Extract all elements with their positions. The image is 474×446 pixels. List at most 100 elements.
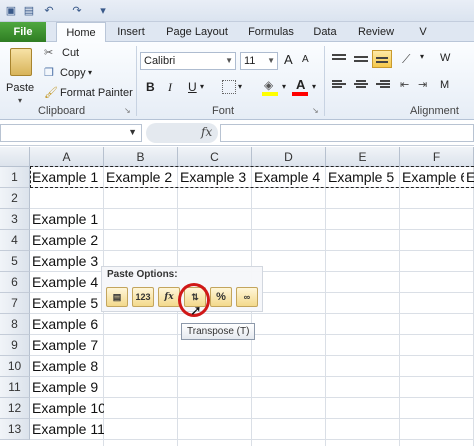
percent-icon: % [216, 291, 226, 303]
font-group-label: Font [212, 105, 235, 117]
align-top-button[interactable] [330, 52, 348, 68]
font-launcher-icon[interactable]: ↘ [312, 106, 319, 115]
paste-option-formatting[interactable]: % [210, 287, 232, 307]
fill-color-dropdown-icon[interactable]: ▾ [282, 82, 286, 91]
fill-color-swatch [262, 92, 278, 96]
cell[interactable]: Example 2 [30, 230, 104, 251]
row-header[interactable]: 9 [0, 335, 30, 356]
column-header-a[interactable]: A [30, 147, 104, 167]
tab-review[interactable]: Review [352, 22, 400, 42]
font-color-dropdown-icon[interactable]: ▾ [312, 82, 316, 91]
tab-formulas[interactable]: Formulas [242, 22, 300, 42]
undo-icon[interactable]: ↶ [42, 4, 56, 18]
mouse-pointer-icon: ➚ [190, 302, 202, 318]
cell[interactable]: Example 11 [30, 419, 104, 440]
underline-dropdown-icon[interactable]: ▾ [200, 82, 204, 91]
row-header[interactable]: 7 [0, 293, 30, 314]
cell[interactable]: Example 1 [30, 209, 104, 230]
decrease-indent-icon[interactable]: ⇤ [400, 78, 409, 91]
font-size-value: 11 [244, 55, 256, 67]
cell[interactable]: Example 5 [30, 293, 104, 314]
cut-button[interactable]: Cut [62, 47, 79, 59]
group-divider [136, 46, 137, 116]
increase-indent-icon[interactable]: ⇥ [418, 78, 427, 91]
formulas-icon: fx [164, 292, 174, 302]
copy-button[interactable]: Copy [60, 67, 86, 79]
font-name-combo[interactable]: Calibri ▼ [140, 52, 236, 70]
column-header-c[interactable]: C [178, 147, 252, 167]
column-header-b[interactable]: B [104, 147, 178, 167]
font-size-combo[interactable]: 11 ▼ [240, 52, 278, 70]
align-right-button[interactable] [374, 78, 392, 94]
row-header[interactable]: 1 [0, 167, 30, 188]
format-painter-button[interactable]: Format Painter [60, 87, 133, 99]
row-header[interactable]: 6 [0, 272, 30, 293]
paste-option-formulas[interactable]: fx [158, 287, 180, 307]
cell[interactable]: Example 3 [30, 251, 104, 272]
link-icon: ∞ [243, 292, 251, 302]
paste-options-title: Paste Options: [107, 269, 178, 280]
row-header[interactable]: 5 [0, 251, 30, 272]
tab-insert[interactable]: Insert [110, 22, 152, 42]
tab-file[interactable]: File [0, 22, 46, 42]
row-header[interactable]: 11 [0, 377, 30, 398]
column-header-d[interactable]: D [252, 147, 326, 167]
name-box[interactable]: ▼ [0, 124, 142, 142]
insert-function-button[interactable]: fx [201, 125, 212, 139]
grow-font-button[interactable]: A [284, 52, 293, 67]
underline-button[interactable]: U [188, 80, 197, 94]
italic-button[interactable]: I [168, 80, 172, 95]
font-color-icon: A [296, 77, 306, 92]
align-center-button[interactable] [352, 78, 370, 94]
cell[interactable]: Example 6 [30, 314, 104, 335]
column-header-e[interactable]: E [326, 147, 400, 167]
paste-option-link[interactable]: ∞ [236, 287, 258, 307]
merge-center-button[interactable]: M [440, 79, 449, 91]
select-all-button[interactable] [0, 147, 30, 167]
cell[interactable]: Example 4 [30, 272, 104, 293]
formula-input[interactable] [220, 124, 474, 142]
cell[interactable]: Example 8 [30, 356, 104, 377]
clipboard-launcher-icon[interactable]: ↘ [124, 106, 131, 115]
redo-icon[interactable]: ↷ [70, 4, 84, 18]
orientation-dropdown-icon[interactable]: ▾ [420, 52, 424, 61]
group-divider [324, 46, 325, 116]
paste-label: Paste [6, 82, 35, 94]
font-color-button[interactable]: A [292, 77, 310, 96]
fill-color-button[interactable]: ◈ [262, 78, 280, 96]
transpose-tooltip: Transpose (T) [181, 323, 256, 340]
row-header[interactable]: 3 [0, 209, 30, 230]
cell[interactable]: Example 10 [30, 398, 104, 419]
borders-button[interactable] [222, 80, 236, 94]
row-header[interactable]: 13 [0, 419, 30, 440]
paste-button[interactable]: Paste ▾ [4, 46, 38, 105]
cell[interactable]: Example 7 [30, 335, 104, 356]
tab-page-layout[interactable]: Page Layout [160, 22, 234, 42]
row-header[interactable]: 2 [0, 188, 30, 209]
shrink-font-button[interactable]: A [302, 54, 309, 65]
paint-bucket-icon: ◈ [264, 78, 274, 92]
save-icon[interactable]: ▤ [22, 4, 36, 18]
row-header[interactable]: 12 [0, 398, 30, 419]
align-bottom-button[interactable] [372, 50, 392, 68]
row-header[interactable]: 10 [0, 356, 30, 377]
copy-marquee [30, 166, 474, 188]
customize-toolbar-icon[interactable]: ▾ [96, 4, 110, 18]
align-middle-button[interactable] [352, 52, 370, 68]
tab-data[interactable]: Data [308, 22, 342, 42]
formula-bar: ▼ fx [0, 120, 474, 146]
paste-option-paste[interactable]: ▤ [106, 287, 128, 307]
row-header[interactable]: 4 [0, 230, 30, 251]
copy-dropdown-icon[interactable]: ▾ [88, 68, 92, 77]
tab-view[interactable]: V [408, 22, 438, 42]
bold-button[interactable]: B [146, 80, 155, 94]
orientation-icon[interactable]: ⟋ [402, 52, 410, 67]
wrap-text-button[interactable]: W [440, 52, 450, 64]
tab-home[interactable]: Home [56, 22, 106, 43]
align-left-button[interactable] [330, 78, 348, 94]
borders-dropdown-icon[interactable]: ▾ [238, 82, 242, 91]
paste-option-values[interactable]: 123 [132, 287, 154, 307]
cell[interactable]: Example 9 [30, 377, 104, 398]
row-header[interactable]: 8 [0, 314, 30, 335]
column-header-f[interactable]: F [400, 147, 474, 167]
